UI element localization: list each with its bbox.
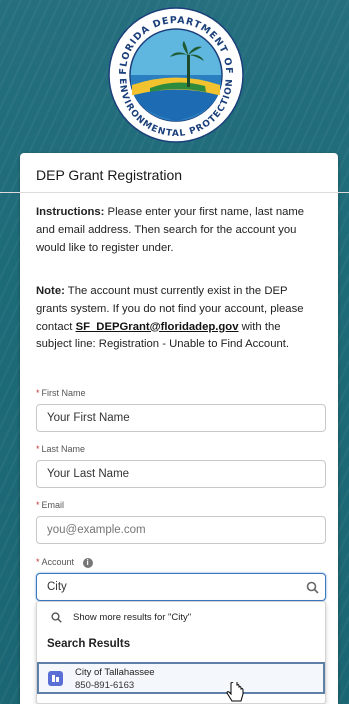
result-name: City of Tallahassee [75,667,155,678]
page-title: DEP Grant Registration [36,167,183,183]
instructions-label: Instructions: [36,206,105,218]
show-more-label: Show more results for "City" [73,612,192,623]
search-results-heading: Search Results [47,638,131,650]
search-icon[interactable] [306,581,319,594]
email-field[interactable]: you@example.com [36,516,326,544]
account-label: * Account i [36,557,93,568]
title-divider [0,192,349,193]
header-banner: FLORIDA DEPARTMENT OF ENVIRONMENTAL PROT… [0,0,349,150]
first-name-field[interactable]: Your First Name [36,404,326,432]
account-icon [48,671,63,686]
instructions-text: Instructions: Please enter your first na… [36,204,316,257]
note-label: Note: [36,285,65,297]
last-name-field[interactable]: Your Last Name [36,460,326,488]
note-text: Note: The account must currently exist i… [36,283,318,354]
support-email-link[interactable]: SF_DEPGrant@floridadep.gov [76,321,239,333]
search-icon [51,612,62,623]
first-name-label: * First Name [36,388,86,398]
search-result-item[interactable]: City of Tallahassee 850-891-6163 [37,662,325,694]
show-more-results[interactable]: Show more results for "City" [37,606,325,628]
account-search-input[interactable]: City [36,573,326,601]
account-dropdown: Show more results for "City" Search Resu… [36,601,326,704]
hand-cursor-icon [226,682,244,702]
last-name-label: * Last Name [36,444,86,454]
info-icon[interactable]: i [82,557,93,568]
dep-seal-logo: FLORIDA DEPARTMENT OF ENVIRONMENTAL PROT… [108,7,244,143]
result-phone: 850-891-6163 [75,680,135,691]
email-label: * Email [36,500,65,510]
